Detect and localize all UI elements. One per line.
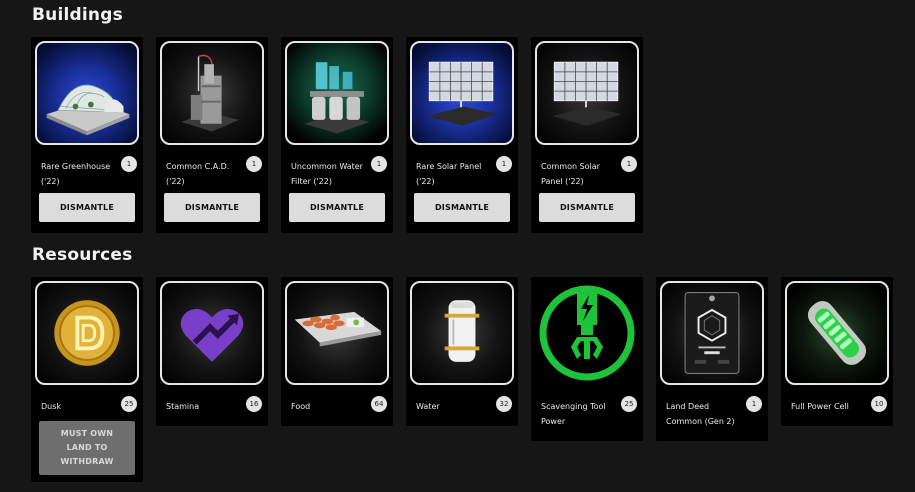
cad-tower-icon[interactable] — [160, 41, 264, 145]
quantity-badge: 1 — [496, 156, 512, 172]
dusk-coin-icon[interactable] — [35, 281, 139, 385]
resources-section-title: Resources — [32, 245, 133, 265]
resource-card: Stamina 16 — [156, 277, 268, 426]
resource-card: Full Power Cell 10 — [781, 277, 893, 426]
solar-panel-icon[interactable] — [535, 41, 639, 145]
buildings-section-title: Buildings — [32, 5, 123, 25]
power-cell-icon[interactable] — [785, 281, 889, 385]
dismantle-button[interactable]: DISMANTLE — [289, 193, 385, 222]
food-tray-icon[interactable] — [285, 281, 389, 385]
resource-name: Dusk — [41, 402, 62, 411]
dismantle-button[interactable]: DISMANTLE — [39, 193, 135, 222]
quantity-badge: 25 — [621, 396, 637, 412]
building-card: Rare Greenhouse ('22) 1 DISMANTLE — [31, 37, 143, 233]
resources-row: Dusk 25 MUST OWN LAND TO WITHDRAW Stamin… — [31, 277, 893, 482]
quantity-badge: 1 — [746, 396, 762, 412]
quantity-badge: 32 — [496, 396, 512, 412]
resource-name: Scavenging Tool Power — [541, 402, 606, 426]
resource-name: Food — [291, 402, 311, 411]
quantity-badge: 10 — [871, 396, 887, 412]
building-name: Common C.A.D. ('22) — [166, 162, 230, 186]
quantity-badge: 1 — [246, 156, 262, 172]
resource-name: Land Deed Common (Gen 2) — [666, 402, 735, 426]
resource-card: Water 32 — [406, 277, 518, 426]
stamina-heart-icon[interactable] — [160, 281, 264, 385]
resource-card: Food 64 — [281, 277, 393, 426]
scavenging-claw-icon[interactable] — [535, 281, 639, 385]
quantity-badge: 1 — [371, 156, 387, 172]
resource-name: Stamina — [166, 402, 200, 411]
dismantle-button[interactable]: DISMANTLE — [539, 193, 635, 222]
water-filter-icon[interactable] — [285, 41, 389, 145]
resource-card: Land Deed Common (Gen 2) 1 — [656, 277, 768, 441]
land-deed-icon[interactable] — [660, 281, 764, 385]
greenhouse-icon[interactable] — [35, 41, 139, 145]
resource-name: Water — [416, 402, 440, 411]
resource-name: Full Power Cell — [791, 402, 849, 411]
building-name: Uncommon Water Filter ('22) — [291, 162, 363, 186]
resource-card: Dusk 25 MUST OWN LAND TO WITHDRAW — [31, 277, 143, 482]
resource-card: Scavenging Tool Power 25 — [531, 277, 643, 441]
solar-panel-icon[interactable] — [410, 41, 514, 145]
quantity-badge: 25 — [121, 396, 137, 412]
dismantle-button[interactable]: DISMANTLE — [414, 193, 510, 222]
quantity-badge: 1 — [621, 156, 637, 172]
buildings-row: Rare Greenhouse ('22) 1 DISMANTLE Common… — [31, 37, 643, 233]
quantity-badge: 16 — [246, 396, 262, 412]
building-name: Common Solar Panel ('22) — [541, 162, 600, 186]
dismantle-button[interactable]: DISMANTLE — [164, 193, 260, 222]
building-card: Uncommon Water Filter ('22) 1 DISMANTLE — [281, 37, 393, 233]
withdraw-disabled-button[interactable]: MUST OWN LAND TO WITHDRAW — [39, 421, 135, 475]
building-card: Rare Solar Panel ('22) 1 DISMANTLE — [406, 37, 518, 233]
building-card: Common Solar Panel ('22) 1 DISMANTLE — [531, 37, 643, 233]
building-name: Rare Solar Panel ('22) — [416, 162, 482, 186]
water-canister-icon[interactable] — [410, 281, 514, 385]
quantity-badge: 64 — [371, 396, 387, 412]
building-name: Rare Greenhouse ('22) — [41, 162, 111, 186]
building-card: Common C.A.D. ('22) 1 DISMANTLE — [156, 37, 268, 233]
quantity-badge: 1 — [121, 156, 137, 172]
